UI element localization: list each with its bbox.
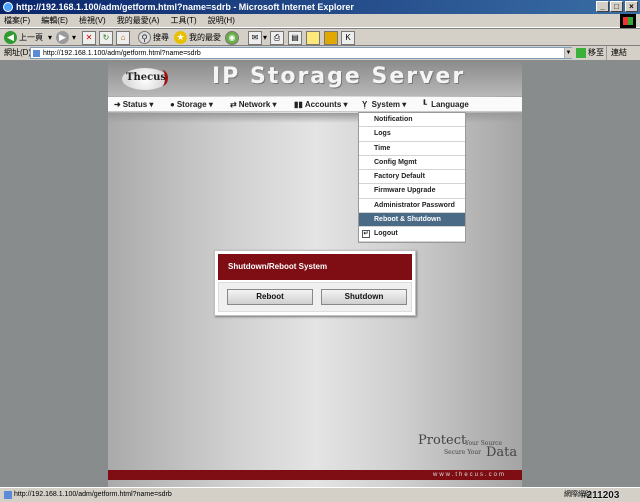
minimize-button[interactable]: _ <box>596 1 609 12</box>
favorites-star-icon: ★ <box>174 31 187 45</box>
close-button[interactable]: × <box>625 1 638 12</box>
menu-view[interactable]: 檢視(V) <box>75 14 110 28</box>
menu-item-firmware-upgrade[interactable]: Firmware Upgrade <box>359 184 465 199</box>
panel-title: Shutdown/Reboot System <box>218 254 412 280</box>
mail-icon[interactable]: ✉ <box>248 31 262 45</box>
menu-item-logout[interactable]: ↵ Logout <box>359 227 465 242</box>
forward-button[interactable]: ▶ <box>56 31 71 45</box>
back-button[interactable]: ◀ 上一頁 <box>4 31 43 45</box>
browser-content: Thecus IP Storage Server ➜ Status ▾ ● Stor… <box>0 60 640 487</box>
watermark-stamp: #211203 <box>581 490 620 501</box>
menu-tools[interactable]: 工具(T) <box>166 14 200 28</box>
stop-icon[interactable]: ✕ <box>82 31 96 45</box>
search-icon: ⚲ <box>138 31 151 45</box>
page-icon <box>4 491 12 499</box>
menu-item-logs[interactable]: Logs <box>359 127 465 142</box>
shutdown-reboot-panel: Shutdown/Reboot System Reboot Shutdown <box>214 250 416 316</box>
menu-file[interactable]: 檔案(F) <box>0 14 34 28</box>
status-bar: http://192.168.1.100/adm/getform.html?na… <box>0 487 640 502</box>
nav-storage[interactable]: ● Storage ▾ <box>170 97 213 112</box>
research-icon[interactable]: K <box>341 31 355 45</box>
refresh-icon[interactable]: ↻ <box>99 31 113 45</box>
menu-edit[interactable]: 編輯(E) <box>37 14 72 28</box>
back-arrow-icon: ◀ <box>4 31 17 45</box>
window-title-bar: http://192.168.1.100/adm/getform.html?na… <box>0 0 640 14</box>
address-dropdown[interactable]: ▼ <box>564 48 572 58</box>
menu-item-time[interactable]: Time <box>359 142 465 156</box>
network-icon: ⇄ <box>230 100 237 109</box>
brand-title: IP Storage Server <box>212 64 466 89</box>
windows-logo-icon <box>620 14 636 28</box>
menu-favorites[interactable]: 我的最愛(A) <box>113 14 164 28</box>
links-button[interactable]: 連結 <box>606 46 627 60</box>
favorites-button[interactable]: ★ 我的最愛 <box>174 31 221 45</box>
nav-network[interactable]: ⇄ Network ▾ <box>230 97 277 112</box>
header-banner: Thecus IP Storage Server <box>108 60 522 96</box>
status-icon: ➜ <box>114 100 121 109</box>
forward-arrow-icon: ▶ <box>56 31 69 45</box>
discuss-icon[interactable] <box>306 31 320 45</box>
page-icon <box>33 50 40 57</box>
slogan-secure-your: Secure Your <box>444 449 481 456</box>
address-bar: 網址(D) http://192.168.1.100/adm/getform.h… <box>0 46 640 60</box>
ie-icon <box>3 2 13 12</box>
menu-item-administrator-password[interactable]: Administrator Password <box>359 199 465 214</box>
menu-item-config-mgmt[interactable]: Config Mgmt <box>359 156 465 171</box>
address-input[interactable]: http://192.168.1.100/adm/getform.html?na… <box>30 47 572 59</box>
nas-page: Thecus IP Storage Server ➜ Status ▾ ● Stor… <box>108 60 522 487</box>
status-url: http://192.168.1.100/adm/getform.html?na… <box>4 488 172 502</box>
logout-icon: ↵ <box>362 230 370 239</box>
nav-status[interactable]: ➜ Status ▾ <box>114 97 153 112</box>
home-icon[interactable]: ⌂ <box>116 31 130 45</box>
panel-body: Reboot Shutdown <box>218 282 412 312</box>
edit-icon[interactable]: ▤ <box>288 31 302 45</box>
menu-item-reboot-shutdown[interactable]: Reboot & Shutdown <box>359 213 465 228</box>
menu-item-factory-default[interactable]: Factory Default <box>359 170 465 185</box>
main-nav: ➜ Status ▾ ● Storage ▾ ⇄ Network ▾ ▮▮ Accoun… <box>108 97 522 112</box>
print-icon[interactable]: ⎙ <box>270 31 284 45</box>
address-label: 網址(D) <box>4 48 32 57</box>
language-icon: ┖ <box>422 100 427 109</box>
back-dropdown[interactable]: ▾ <box>48 31 52 45</box>
footer-bar[interactable]: www.thecus.com <box>108 470 522 480</box>
browser-toolbar: ◀ 上一頁 ▾ ▶ ▾ ✕ ↻ ⌂ ⚲ 搜尋 ★ 我的最愛 ◉ ✉ ▾ ⎙ ▤ K <box>0 28 640 46</box>
logo-swoosh <box>156 70 168 86</box>
nav-accounts[interactable]: ▮▮ Accounts ▾ <box>294 97 348 112</box>
maximize-button[interactable]: □ <box>610 1 623 12</box>
nav-language[interactable]: ┖ Language <box>422 97 469 112</box>
go-arrow-icon <box>576 47 586 58</box>
storage-icon: ● <box>170 100 175 109</box>
search-button[interactable]: ⚲ 搜尋 <box>138 31 169 45</box>
messenger-icon[interactable] <box>324 31 338 45</box>
slogan-protect: Protect <box>418 433 467 448</box>
shutdown-button[interactable]: Shutdown <box>321 289 407 305</box>
window-title: http://192.168.1.100/adm/getform.html?na… <box>16 2 354 12</box>
menu-item-notification[interactable]: Notification <box>359 113 465 128</box>
system-icon: Ỵ <box>362 100 368 109</box>
media-icon[interactable]: ◉ <box>225 31 239 45</box>
accounts-icon: ▮▮ <box>294 100 303 109</box>
address-url: http://192.168.1.100/adm/getform.html?na… <box>43 50 201 57</box>
slogan-data: Data <box>486 445 518 460</box>
menu-bar: 檔案(F) 編輯(E) 檢視(V) 我的最愛(A) 工具(T) 說明(H) <box>0 14 640 28</box>
forward-dropdown[interactable]: ▾ <box>72 31 76 45</box>
reboot-button[interactable]: Reboot <box>227 289 313 305</box>
mail-dropdown[interactable]: ▾ <box>263 31 267 45</box>
system-dropdown: Notification Logs Time Config Mgmt Facto… <box>358 112 466 243</box>
menu-help[interactable]: 說明(H) <box>204 14 239 28</box>
nav-system[interactable]: Ỵ System ▾ <box>362 97 406 112</box>
go-button[interactable]: 移至 <box>576 46 604 60</box>
